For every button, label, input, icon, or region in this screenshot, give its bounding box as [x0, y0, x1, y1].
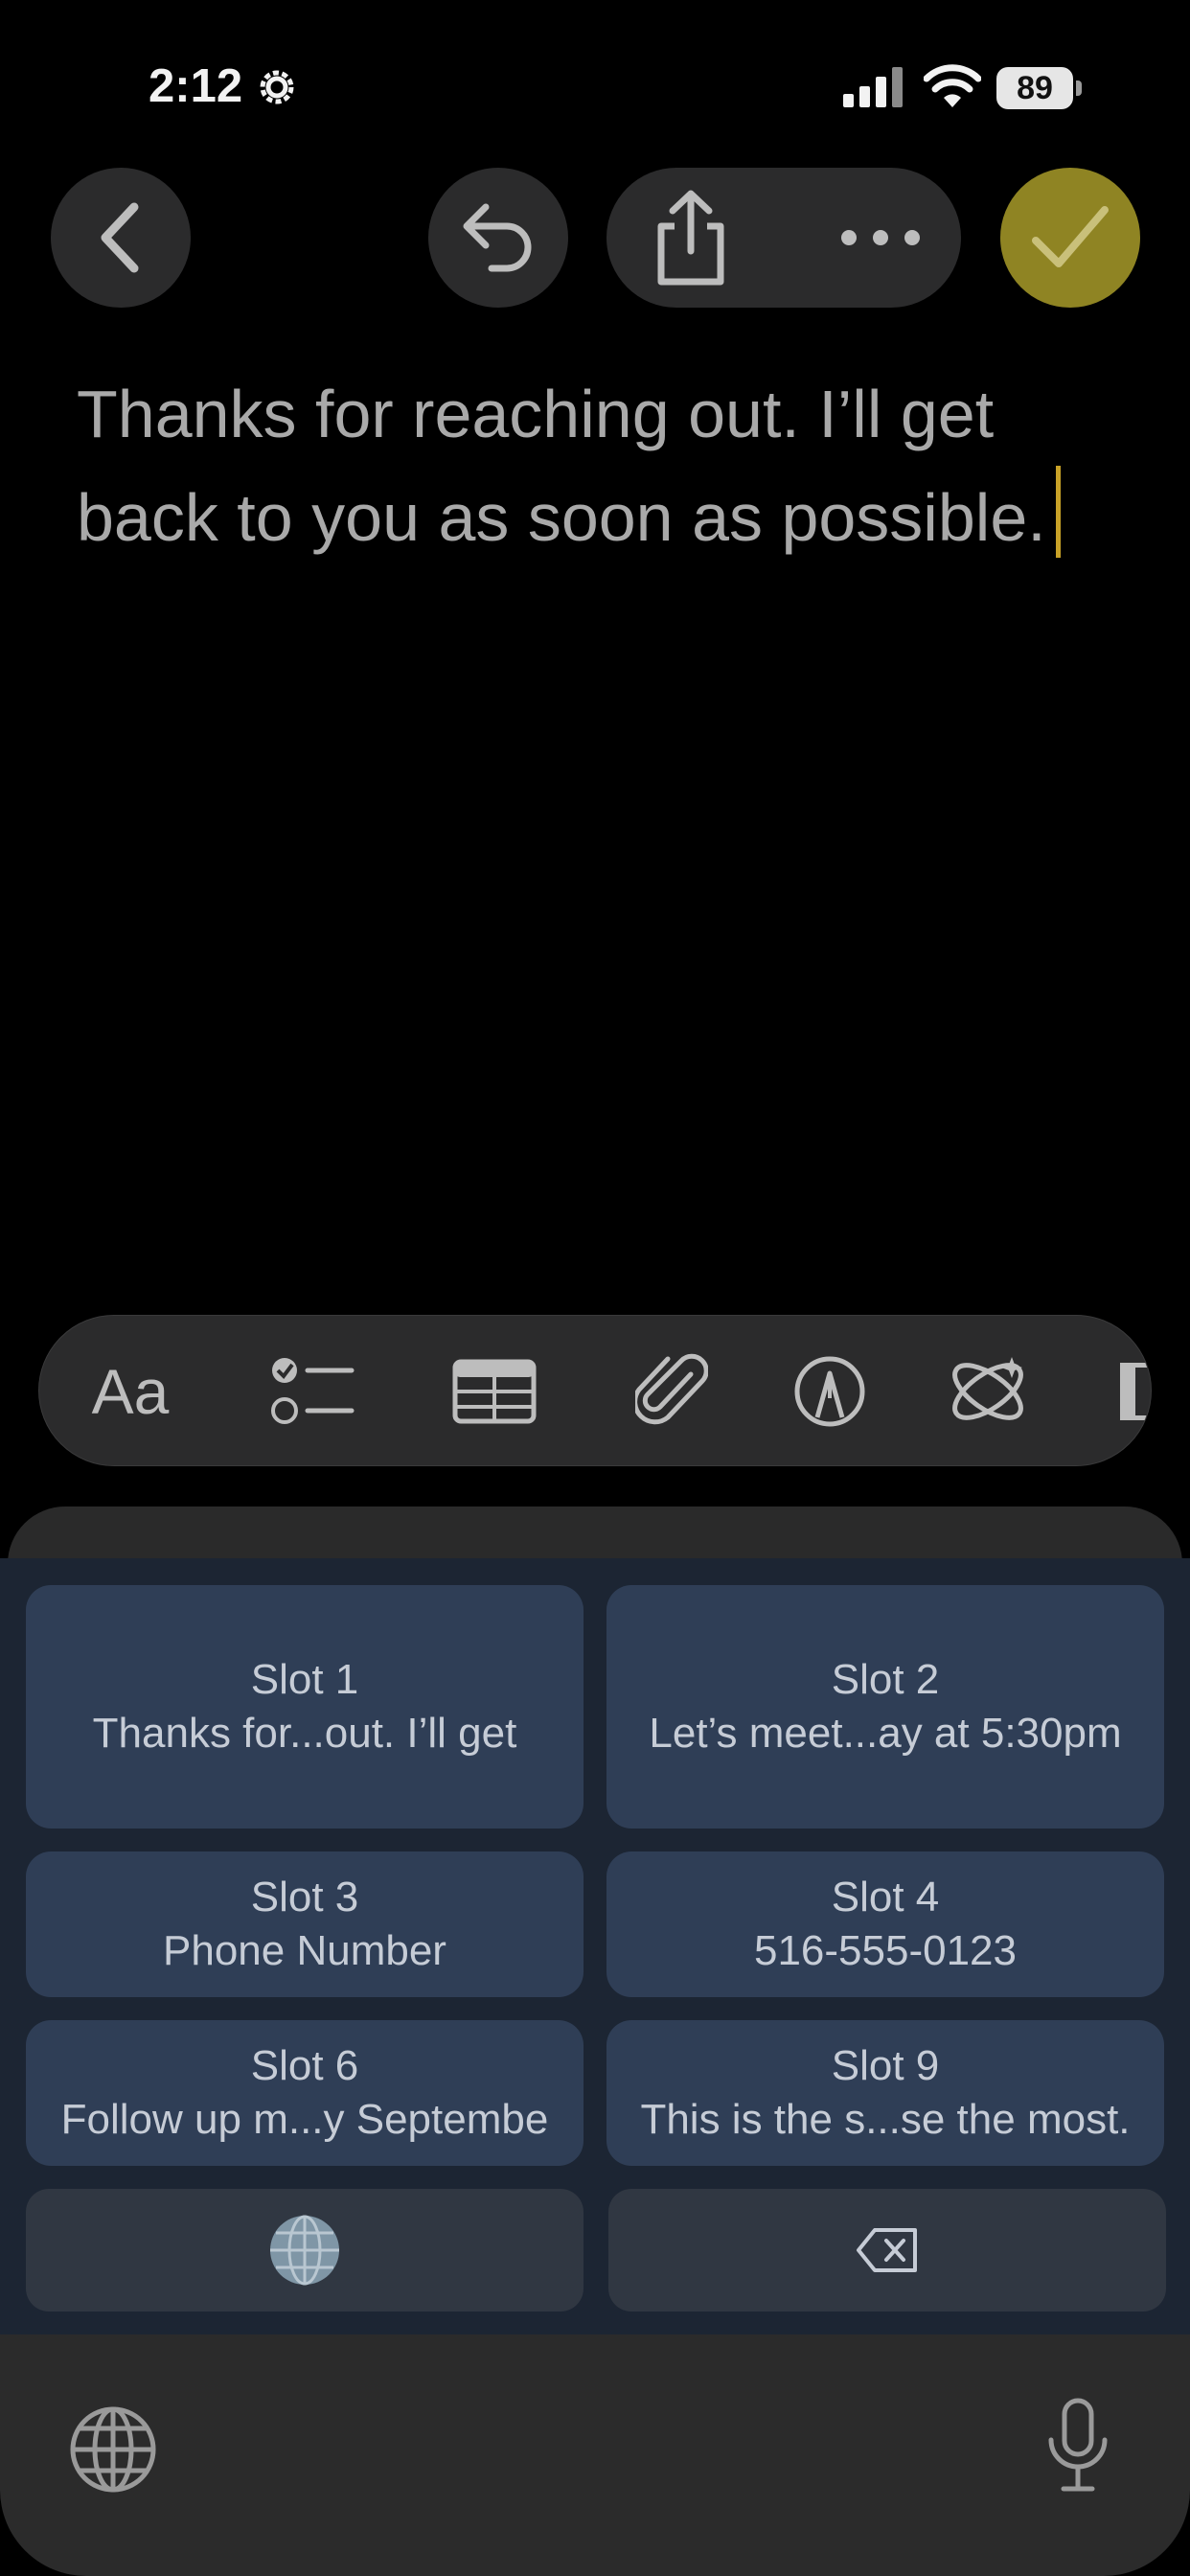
truncated-item: [1120, 1363, 1151, 1420]
checkmark-icon: [1032, 206, 1109, 267]
note-line: back to you as soon as possible.: [77, 466, 1150, 569]
more-icon: [841, 230, 920, 245]
slot-title: Slot 9: [831, 2042, 940, 2089]
snippet-keyboard: Slot 1 Thanks for...out. I’ll get Slot 2…: [0, 1558, 1190, 2334]
slot-2-key[interactable]: Slot 2 Let’s meet...ay at 5:30pm: [606, 1585, 1164, 1828]
slot-title: Slot 3: [250, 1874, 359, 1920]
keyboard-bottom-bar: [0, 2334, 1190, 2576]
share-icon: [657, 190, 724, 286]
attachment-button[interactable]: [624, 1316, 720, 1465]
dictation-button[interactable]: [1046, 2398, 1110, 2498]
text-cursor: [1055, 466, 1061, 558]
gear-icon: [260, 70, 294, 104]
note-line: Thanks for reaching out. I’ll get: [77, 377, 995, 451]
undo-button[interactable]: [428, 168, 568, 308]
writing-tools-icon: [952, 1357, 1023, 1420]
format-toolbar: Aa: [38, 1315, 1152, 1466]
slot-preview: 516-555-0123: [753, 1927, 1017, 1974]
chevron-left-icon: [101, 202, 139, 273]
signal-icon: [843, 67, 903, 107]
slot-1-key[interactable]: Slot 1 Thanks for...out. I’ll get: [26, 1585, 584, 1828]
wifi-icon: [924, 64, 981, 107]
share-button[interactable]: [606, 168, 775, 308]
battery-level: 89: [1017, 69, 1053, 106]
checklist-button[interactable]: [264, 1316, 360, 1465]
slot-9-key[interactable]: Slot 9 This is the s...se the most.: [606, 2020, 1164, 2166]
globe-icon: [70, 2406, 156, 2493]
table-button[interactable]: [446, 1316, 542, 1465]
slot-4-key[interactable]: Slot 4 516-555-0123: [606, 1852, 1164, 1997]
markup-pen-icon: [794, 1356, 865, 1427]
undo-icon: [463, 203, 532, 272]
slot-title: Slot 1: [250, 1656, 359, 1703]
delete-backward-icon: [857, 2228, 917, 2272]
slot-preview: Let’s meet...ay at 5:30pm: [649, 1710, 1122, 1757]
slot-6-key[interactable]: Slot 6 Follow up m...y Septembe: [26, 2020, 584, 2166]
status-time: 2:12: [149, 60, 243, 112]
table-icon: [452, 1359, 537, 1424]
globe-icon: [270, 2215, 339, 2286]
note-body[interactable]: Thanks for reaching out. I’ll get back t…: [77, 362, 1150, 569]
writing-tools-button[interactable]: [940, 1316, 1036, 1465]
slot-title: Slot 6: [250, 2042, 359, 2089]
paperclip-icon: [635, 1353, 708, 1425]
slot-3-key[interactable]: Slot 3 Phone Number: [26, 1852, 584, 1997]
delete-key[interactable]: [608, 2189, 1166, 2312]
slot-title: Slot 2: [831, 1656, 940, 1703]
slot-preview: Phone Number: [163, 1927, 446, 1974]
checklist-icon: [271, 1358, 355, 1424]
back-button[interactable]: [51, 168, 191, 308]
more-format-button[interactable]: [1110, 1316, 1151, 1465]
slot-preview: Follow up m...y Septembe: [60, 2096, 549, 2143]
slot-preview: This is the s...se the most.: [640, 2096, 1131, 2143]
globe-button[interactable]: [69, 2405, 157, 2498]
battery-icon: 89: [996, 67, 1083, 109]
microphone-icon: [1048, 2398, 1108, 2492]
slot-title: Slot 4: [831, 1874, 940, 1920]
text-style-button[interactable]: Aa: [78, 1316, 183, 1465]
next-keyboard-key[interactable]: [26, 2189, 584, 2312]
slot-preview: Thanks for...out. I’ll get: [92, 1710, 517, 1757]
markup-button[interactable]: [782, 1316, 878, 1465]
done-button[interactable]: [1000, 168, 1140, 308]
more-button[interactable]: [801, 168, 960, 308]
